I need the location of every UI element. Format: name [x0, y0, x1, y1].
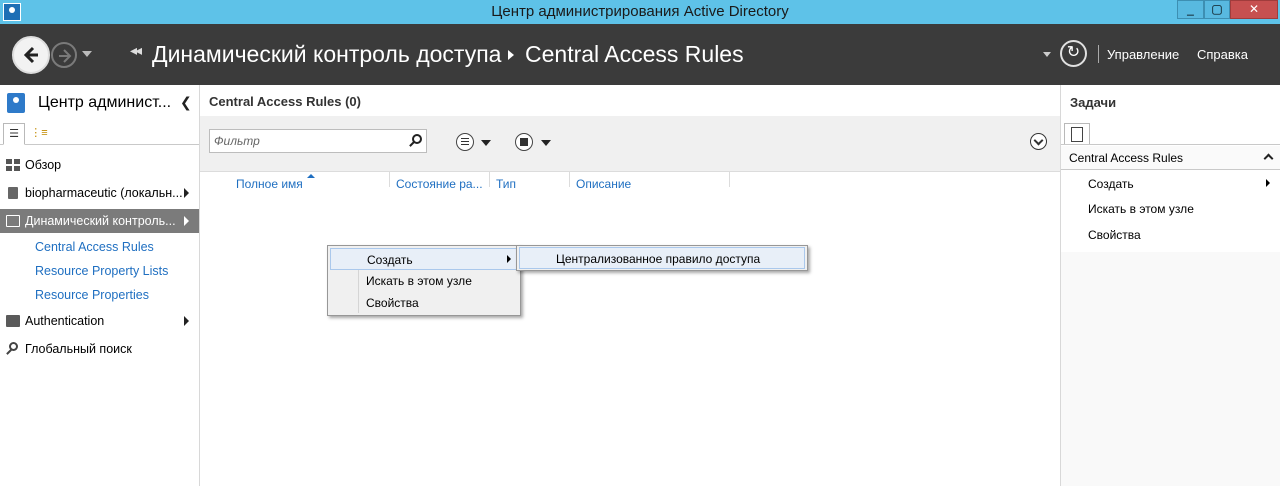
forward-arrow-icon	[59, 49, 72, 63]
help-menu[interactable]: Справка	[1197, 47, 1248, 62]
breadcrumb-separator-icon[interactable]	[508, 50, 514, 60]
tasks-title: Задачи	[1070, 95, 1117, 110]
chevron-right-icon[interactable]	[184, 188, 189, 198]
submenu-arrow-icon[interactable]	[1266, 179, 1270, 187]
column-header-type[interactable]: Тип	[496, 177, 516, 191]
menu-item-search-node[interactable]: Искать в этом узле	[330, 270, 518, 292]
search-icon	[9, 342, 18, 351]
breadcrumb-current[interactable]: Central Access Rules	[525, 41, 744, 68]
task-search-node[interactable]: Искать в этом узле	[1088, 202, 1194, 216]
tasks-empty-area	[1061, 252, 1280, 486]
domain-icon	[8, 187, 18, 199]
sidebar-item-overview[interactable]: Обзор	[0, 153, 199, 177]
expand-chevron-icon[interactable]	[1030, 133, 1047, 150]
sort-ascending-icon	[307, 174, 315, 178]
folder-icon	[6, 215, 20, 227]
back-button[interactable]	[12, 36, 50, 74]
clipboard-icon[interactable]	[1064, 123, 1090, 145]
chevron-up-icon[interactable]	[1263, 153, 1274, 164]
folder-icon	[6, 315, 20, 327]
list-toolbar: Фильтр	[200, 116, 1060, 172]
sidebar-item-label: Динамический контроль...	[25, 214, 176, 228]
sidebar-item-label: Глобальный поиск	[25, 342, 132, 356]
column-divider[interactable]	[489, 172, 490, 187]
menu-item-label: Искать в этом узле	[366, 274, 472, 288]
submenu-arrow-icon	[507, 255, 511, 263]
title-bar: Центр администрирования Active Directory…	[0, 0, 1280, 24]
save-query-button[interactable]	[515, 133, 533, 151]
sidebar-item-domain[interactable]: biopharmaceutic (локальн...	[0, 181, 199, 205]
column-divider[interactable]	[569, 172, 570, 187]
close-button[interactable]: ✕	[1230, 0, 1278, 19]
chevron-right-icon[interactable]	[184, 216, 189, 226]
minimize-button[interactable]: _	[1177, 0, 1204, 19]
manage-menu[interactable]: Управление	[1107, 47, 1179, 62]
filter-input[interactable]: Фильтр	[209, 129, 427, 153]
context-menu: Создать Искать в этом узле Свойства	[327, 245, 521, 316]
task-create[interactable]: Создать	[1088, 177, 1134, 191]
menu-item-create[interactable]: Создать	[330, 248, 518, 270]
navigation-pane: Центр админист... ❮ ☰ ⋮≡ Обзор biopharma…	[0, 85, 200, 486]
column-header-state[interactable]: Состояние ра...	[396, 177, 483, 191]
task-properties[interactable]: Свойства	[1088, 228, 1141, 242]
refresh-dropdown-icon[interactable]	[1043, 52, 1051, 57]
menu-item-label: Создать	[367, 253, 413, 267]
list-view-tab[interactable]: ☰	[3, 123, 25, 145]
tree-view-tab[interactable]: ⋮≡	[28, 123, 50, 145]
column-header-description[interactable]: Описание	[576, 177, 631, 191]
chevron-right-icon[interactable]	[184, 316, 189, 326]
tasks-section-label: Central Access Rules	[1069, 151, 1184, 165]
save-query-dropdown-icon[interactable]	[541, 140, 551, 146]
sidebar-item-global-search[interactable]: Глобальный поиск	[0, 337, 199, 361]
sidebar-item-dynamic-access-control[interactable]: Динамический контроль...	[0, 209, 199, 233]
divider	[1061, 144, 1280, 145]
view-tabs: ☰ ⋮≡	[0, 123, 199, 145]
breadcrumb-item[interactable]: Динамический контроль доступа	[152, 41, 501, 68]
history-dropdown-icon[interactable]	[82, 51, 92, 57]
menu-item-central-access-rule[interactable]: Централизованное правило доступа	[519, 247, 805, 269]
tasks-section-header[interactable]: Central Access Rules	[1061, 146, 1280, 170]
divider	[1098, 45, 1099, 63]
sidebar-item-resource-property-lists[interactable]: Resource Property Lists	[35, 264, 168, 278]
column-divider[interactable]	[729, 172, 730, 187]
window-title: Центр администрирования Active Directory	[491, 3, 789, 20]
sidebar-item-central-access-rules[interactable]: Central Access Rules	[35, 240, 154, 254]
refresh-button[interactable]: ↻	[1060, 40, 1087, 67]
search-icon[interactable]	[412, 134, 422, 144]
list-title: Central Access Rules (0)	[209, 94, 361, 109]
menu-item-properties[interactable]: Свойства	[330, 292, 518, 314]
sidebar-item-label: Authentication	[25, 314, 105, 328]
menu-item-label: Централизованное правило доступа	[556, 252, 761, 266]
navigation-pane-title: Центр админист...	[38, 94, 172, 111]
navigation-bar: ◂◂ Динамический контроль доступа Central…	[0, 24, 1280, 85]
tasks-pane: Задачи Central Access Rules Создать Иска…	[1060, 85, 1280, 486]
sidebar-item-authentication[interactable]: Authentication	[0, 309, 199, 333]
maximize-button[interactable]: ▢	[1204, 0, 1230, 19]
view-options-button[interactable]	[456, 133, 474, 151]
column-divider[interactable]	[389, 172, 390, 187]
menu-item-label: Свойства	[366, 296, 419, 310]
overview-icon	[6, 159, 20, 171]
view-options-dropdown-icon[interactable]	[481, 140, 491, 146]
forward-button[interactable]	[51, 42, 77, 68]
sidebar-item-label: Обзор	[25, 158, 62, 172]
column-header-name[interactable]: Полное имя	[236, 177, 303, 191]
back-arrow-icon	[23, 46, 38, 64]
collapse-pane-icon[interactable]: ❮	[180, 94, 192, 111]
context-submenu: Централизованное правило доступа	[516, 245, 808, 271]
sidebar-item-label: biopharmaceutic (локальн...	[25, 186, 183, 200]
sidebar-item-resource-properties[interactable]: Resource Properties	[35, 288, 149, 302]
navigation-pane-header: Центр админист... ❮	[0, 85, 199, 121]
admin-center-icon	[7, 93, 25, 113]
breadcrumb-overflow-icon[interactable]: ◂◂	[130, 42, 142, 59]
